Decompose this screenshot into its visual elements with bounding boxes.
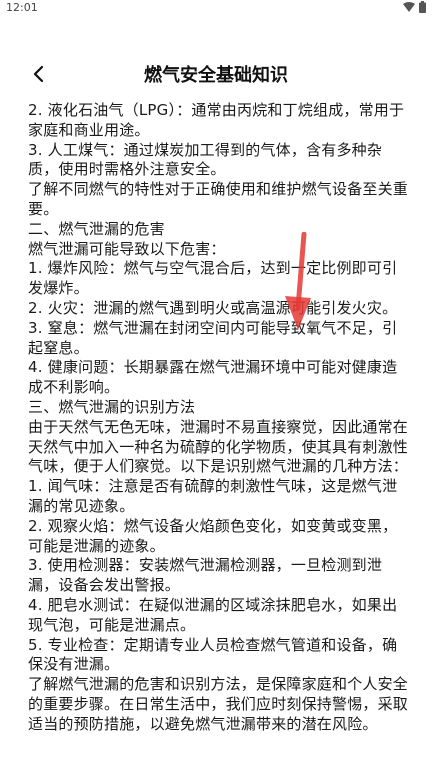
- article-line: 2. 观察火焰：燃气设备火焰颜色变化，如变黄或变黑，可能是泄漏的迹象。: [28, 516, 398, 555]
- article-line: 1. 闻气味：注意是否有硫醇的刺激性气味，这是燃气泄漏的常见迹象。: [28, 477, 398, 515]
- article-line: 3. 使用检测器：安装燃气泄漏检测器，一旦检测到泄漏，设备会发出警报。: [28, 556, 383, 595]
- section-heading: 二、燃气泄漏的危害: [28, 219, 165, 238]
- article-line: 4. 肥皂水测试：在疑似泄漏的区域涂抹肥皂水，如果出现气泡，可能是泄漏点。: [28, 595, 398, 634]
- article-line: 2. 火灾：泄漏的燃气遇到明火或高温源可能引发火灾。: [28, 298, 398, 317]
- article-line: 了解不同燃气的特性对于正确使用和维护燃气设备至关重要。: [28, 180, 409, 218]
- article-line: 2. 液化石油气（LPG）：通常由丙烷和丁烷组成，常用于家庭和商业用途。: [28, 101, 405, 139]
- nav-bar: 燃气安全基础知识: [0, 52, 432, 96]
- status-icons: [403, 1, 426, 13]
- article-line: 由于天然气无色无味，泄漏时不易直接察觉，因此通常在天然气中加入一种名为硫醇的化学…: [28, 417, 409, 476]
- status-time: 12:01: [6, 1, 38, 14]
- page-title: 燃气安全基础知识: [144, 65, 288, 86]
- article-line: 燃气泄漏可能导致以下危害：: [28, 239, 226, 258]
- section-heading: 三、燃气泄漏的识别方法: [28, 397, 196, 416]
- article-line: 3. 窒息：燃气泄漏在封闭空间内可能导致氧气不足，引起窒息。: [28, 318, 398, 357]
- article-line: 1. 爆炸风险：燃气与空气混合后，达到一定比例即可引发爆炸。: [28, 259, 398, 298]
- article-content[interactable]: 2. 液化石油气（LPG）：通常由丙烷和丁烷组成，常用于家庭和商业用途。 3. …: [28, 101, 412, 735]
- article-line: 了解燃气泄漏的危害和识别方法，是保障家庭和个人安全的重要步骤。在日常生活中，我们…: [28, 675, 409, 733]
- battery-icon: [419, 1, 426, 13]
- article-line: 3. 人工煤气：通过煤炭加工得到的气体，含有多种杂质，使用时需格外注意安全。: [28, 140, 383, 179]
- status-bar: 12:01: [0, 0, 432, 16]
- article-line: 5. 专业检查：定期请专业人员检查燃气管道和设备，确保没有泄漏。: [28, 635, 398, 674]
- wifi-icon: [403, 2, 415, 12]
- article-line: 4. 健康问题：长期暴露在燃气泄漏环境中可能对健康造成不利影响。: [28, 358, 398, 397]
